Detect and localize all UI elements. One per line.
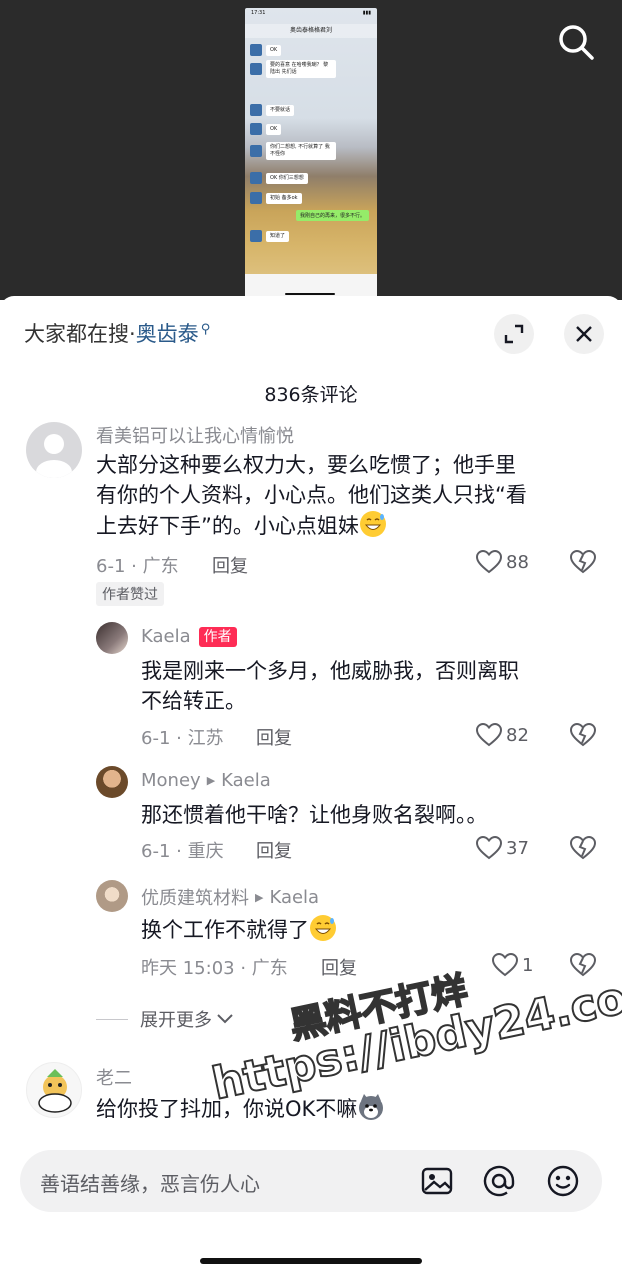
watermark: 黑料不打烊 https://ibdy24.com <box>200 962 622 1111</box>
heart-icon <box>492 953 518 977</box>
heart-icon <box>476 836 502 860</box>
comment-input[interactable]: 善语结善缘，恶言伤人心 <box>20 1150 602 1212</box>
avatar[interactable] <box>96 622 128 654</box>
reply-arrow-icon: ▶ <box>255 890 264 904</box>
search-icon[interactable] <box>556 22 596 62</box>
author-badge: 作者 <box>198 626 237 647</box>
thumb-signal-icon: ▮▮▮ <box>362 10 371 16</box>
search-small-icon: ⚲ <box>200 321 211 337</box>
comment-text: 换个工作不就得了 <box>141 914 611 945</box>
heart-icon <box>476 550 502 574</box>
comment-author[interactable]: 优质建筑材料 ▶ Kaela <box>141 884 319 910</box>
comment-author[interactable]: Kaela 作者 <box>141 626 237 647</box>
grin-sweat-emoji-icon <box>359 511 386 537</box>
like-count: 37 <box>506 837 529 859</box>
dislike-button[interactable] <box>569 952 597 981</box>
reply-arrow-icon: ▶ <box>206 774 216 787</box>
comment-text: 我是刚来一个多月，他威胁我，否则离职 不给转正。 <box>141 659 519 713</box>
comment-author[interactable]: 看美铝可以让我心情愉悦 <box>96 422 294 448</box>
avatar[interactable] <box>96 880 128 912</box>
dislike-button[interactable] <box>569 835 597 864</box>
grin-sweat-emoji-icon <box>310 915 336 941</box>
broken-heart-icon <box>569 835 597 860</box>
image-icon[interactable] <box>420 1164 454 1198</box>
comment-date-location: 6-1 · 江苏 <box>141 728 224 749</box>
watermark-text-line2: https://ibdy24.com <box>207 962 622 1111</box>
comment-text: 大部分这种要么权力大，要么吃惯了；他手里 有你的个人资料，小心点。他们这类人只找… <box>96 453 527 538</box>
comment-date-location: 昨天 15:03 · 广东 <box>141 958 288 979</box>
thumb-message: OK 你们三想想 <box>250 172 308 184</box>
reply-button[interactable]: 回复 <box>212 552 248 578</box>
reply-to-name: Kaela <box>221 770 271 791</box>
expand-more-replies[interactable]: 展开更多 <box>96 1006 234 1032</box>
comment-sheet: 大家都在搜· 奥齿泰 ⚲ 836条评论 看美铝可以让我心情愉悦 大部分这种要么权… <box>0 296 622 1280</box>
like-count: 82 <box>506 724 529 746</box>
close-icon <box>576 326 592 342</box>
search-suggestion-prefix: 大家都在搜· <box>24 322 136 346</box>
comment-author[interactable]: 老二 <box>96 1064 132 1090</box>
expand-more-label: 展开更多 <box>140 1010 212 1031</box>
comment-date-location: 6-1 · 重庆 <box>141 841 224 862</box>
thumb-message: OK <box>250 44 282 56</box>
watermark-text-line1: 黑料不打烊 <box>285 969 472 1049</box>
comment-input-placeholder: 善语结善缘，恶言伤人心 <box>40 1172 260 1196</box>
thumb-message-self: 我刚自己的再来，很多不行。 <box>295 210 369 221</box>
thumb-message: 你们二想想, 不行就算了 我不怪你 <box>250 142 336 160</box>
thumb-message: OK <box>250 123 282 135</box>
reply-button[interactable]: 回复 <box>256 724 292 750</box>
close-button[interactable] <box>564 314 604 354</box>
home-indicator[interactable] <box>200 1258 422 1264</box>
like-button[interactable]: 82 <box>476 723 529 747</box>
thumb-message: 初始 备多ok <box>250 192 302 204</box>
thumb-message: 不要就话 <box>250 104 295 116</box>
comment-count: 836条评论 <box>264 384 358 406</box>
emoji-icon[interactable] <box>546 1164 580 1198</box>
heart-icon <box>476 723 502 747</box>
thumb-time: 17:31 <box>251 10 266 16</box>
expand-button[interactable] <box>494 314 534 354</box>
broken-heart-icon <box>569 952 597 977</box>
dislike-button[interactable] <box>569 722 597 751</box>
video-area[interactable]: 17:31 ▮▮▮ 奥齿泰格格君刘 OK 要的喜意 在哈喽我喇？ 黎陆出 先们话… <box>0 0 622 300</box>
mention-icon[interactable] <box>482 1164 516 1198</box>
comment-date-location: 6-1 · 广东 <box>96 556 179 577</box>
comment-meta-partial <box>96 1134 622 1138</box>
husky-emoji-icon <box>359 1094 384 1120</box>
like-button[interactable]: 88 <box>476 550 529 574</box>
thumb-message: 要的喜意 在哈喽我喇？ 黎陆出 先们话 <box>250 60 336 78</box>
like-button[interactable]: 1 <box>492 953 533 977</box>
author-liked-tag: 作者赞过 <box>96 582 164 606</box>
video-thumbnail[interactable]: 17:31 ▮▮▮ 奥齿泰格格君刘 OK 要的喜意 在哈喽我喇？ 黎陆出 先们话… <box>245 8 377 298</box>
dislike-button[interactable] <box>569 549 597 578</box>
reply-button[interactable]: 回复 <box>256 837 292 863</box>
comment-text: 给你投了抖加，你说OK不嘛 <box>96 1093 606 1124</box>
thumb-message: 知道了 <box>250 230 290 242</box>
reply-to-name: Kaela <box>269 886 320 908</box>
chevron-down-icon <box>217 1014 233 1024</box>
search-suggestion[interactable]: 大家都在搜· 奥齿泰 ⚲ <box>24 318 210 348</box>
broken-heart-icon <box>569 722 597 747</box>
like-button[interactable]: 37 <box>476 836 529 860</box>
avatar[interactable] <box>26 1062 82 1118</box>
thumb-status-bar: 17:31 ▮▮▮ <box>245 8 377 20</box>
like-count: 88 <box>506 551 529 573</box>
broken-heart-icon <box>569 549 597 574</box>
thumb-chat-title: 奥齿泰格格君刘 <box>245 24 377 38</box>
avatar[interactable] <box>26 422 82 478</box>
search-suggestion-keyword[interactable]: 奥齿泰 <box>136 318 199 348</box>
comment-text: 那还惯着他干啥？让他身败名裂啊。。 <box>141 803 488 827</box>
like-count: 1 <box>522 954 534 976</box>
comment-author[interactable]: Money ▶ Kaela <box>141 770 271 791</box>
reply-button[interactable]: 回复 <box>321 954 357 980</box>
thumb-home-bar <box>285 293 335 295</box>
expand-icon <box>504 324 524 344</box>
avatar[interactable] <box>96 766 128 798</box>
